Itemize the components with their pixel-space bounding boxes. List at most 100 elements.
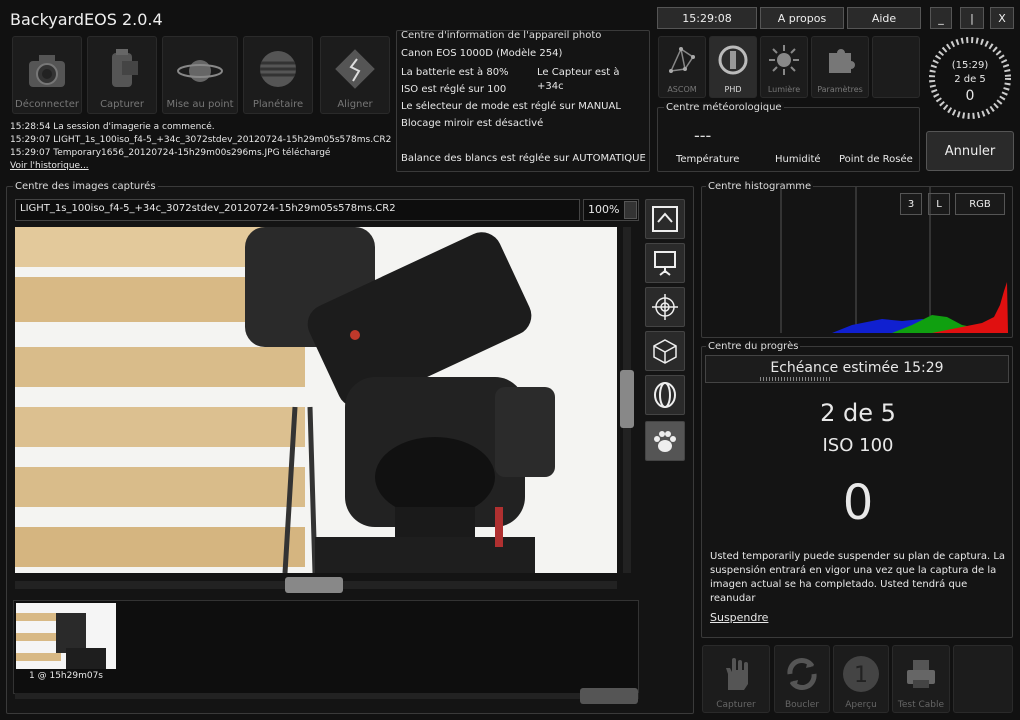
paw-button[interactable] <box>645 421 685 461</box>
film-roll-icon <box>112 49 138 87</box>
history-link[interactable]: Voir l'historique... <box>10 160 392 173</box>
temperature-label: Température <box>676 154 740 165</box>
wb-status: Balance des blancs est réglée sur AUTOMA… <box>401 153 646 164</box>
image-viewer[interactable] <box>15 227 617 573</box>
ascom-button[interactable]: ASCOM <box>658 36 706 98</box>
lens-button[interactable] <box>645 375 685 415</box>
loop-button[interactable]: Boucler <box>774 645 830 713</box>
phd-button[interactable]: PHD <box>709 36 757 98</box>
preview-button[interactable]: 1 Aperçu <box>833 645 889 713</box>
panel-title: Centre des images capturés <box>13 181 158 192</box>
frame-progress: 2 de 5 <box>820 399 896 427</box>
session-log: 15:28:54 La session d'imagerie a commenc… <box>10 121 392 173</box>
collapse-button[interactable] <box>645 199 685 239</box>
progress-dial: (15:29) 2 de 5 0 <box>926 34 1014 122</box>
battery-status: La batterie est à 80% <box>401 67 509 78</box>
jupiter-icon <box>260 51 296 87</box>
presentation-icon <box>654 251 676 276</box>
plugin-label: PHD <box>724 85 742 94</box>
crosshair-button[interactable] <box>645 287 685 327</box>
humidity-label: Humidité <box>775 154 821 165</box>
sensor-temp: Le Capteur est à +34c <box>537 67 620 92</box>
planetary-button[interactable]: Planétaire <box>243 36 313 114</box>
thumbnail-image[interactable] <box>16 603 116 669</box>
log-line: 15:29:07 Temporary1656_20120724-15h29m00… <box>10 148 331 158</box>
app-title: BackyardEOS 2.0.4 <box>10 10 163 29</box>
toolbar-label: Planétaire <box>252 99 304 110</box>
vertical-scrollbar[interactable] <box>620 227 634 573</box>
zoom-stepper[interactable] <box>624 201 637 219</box>
camera-icon <box>29 55 65 87</box>
preview-one-icon: 1 <box>843 656 879 692</box>
weather-value: --- <box>694 126 712 145</box>
help-button[interactable]: Aide <box>847 7 921 29</box>
iso-status: ISO est réglé sur 100 <box>401 84 507 95</box>
mirror-status: Blocage miroir est désactivé <box>401 118 544 129</box>
bottom-slot-empty <box>953 645 1013 713</box>
thumbnail-scrollbar[interactable] <box>15 688 639 704</box>
toolbar-label: Capturer <box>100 99 144 110</box>
horizontal-scroll-thumb[interactable] <box>285 577 343 593</box>
svg-text:1: 1 <box>854 663 868 688</box>
capture-button[interactable]: Capturer <box>702 645 770 713</box>
lens-icon <box>654 382 676 408</box>
cancel-button[interactable]: Annuler <box>926 131 1014 171</box>
paw-icon <box>654 431 676 452</box>
align-button[interactable]: Aligner <box>320 36 390 114</box>
crosshair-icon <box>652 294 678 320</box>
about-button[interactable]: A propos <box>760 7 844 29</box>
iso-label: ISO 100 <box>822 435 894 456</box>
focus-button[interactable]: Mise au point <box>162 36 238 114</box>
thumbnail-strip: 1 @ 15h29m07s <box>13 600 639 694</box>
suspend-link[interactable]: Suspendre <box>710 611 768 624</box>
ascom-icon <box>669 47 695 73</box>
toolbar-label: Aligner <box>337 99 373 110</box>
light-button[interactable]: Lumière <box>760 36 808 98</box>
dew-point-label: Point de Rosée <box>839 154 913 165</box>
thumbnail-photo <box>16 613 106 669</box>
printer-icon <box>907 660 935 688</box>
horizontal-scrollbar[interactable] <box>15 577 617 593</box>
capture-tool-button[interactable]: Capturer <box>87 36 157 114</box>
dial-progress: 2 de 5 <box>954 74 986 85</box>
presentation-button[interactable] <box>645 243 685 283</box>
plugin-label: Paramètres <box>817 85 863 94</box>
dial-count: 0 <box>965 88 975 104</box>
test-cable-button[interactable]: Test Cable <box>892 645 950 713</box>
log-line: 15:29:07 LIGHT_1s_100iso_f4-5_+34c_3072s… <box>10 135 392 145</box>
panel-title: Centre météorologique <box>664 102 784 113</box>
plugin-label: Lumière <box>767 85 801 94</box>
mode-status: Le sélecteur de mode est réglé sur MANUA… <box>401 101 621 112</box>
disconnect-button[interactable]: Déconnecter <box>12 36 82 114</box>
zoom-value: 100% <box>588 203 620 216</box>
loop-icon <box>787 658 817 690</box>
bottom-label: Capturer <box>716 700 756 710</box>
eta-progress-indicator <box>760 377 832 381</box>
align-icon <box>335 49 375 89</box>
thumbnail-label: 1 @ 15h29m07s <box>29 671 103 681</box>
toolbar-label: Mise au point <box>166 99 234 110</box>
sun-icon <box>769 45 799 75</box>
maximize-button[interactable]: | <box>960 7 984 29</box>
planet-icon <box>177 60 223 82</box>
eta-bar: Echéance estimée 15:29 <box>705 355 1009 383</box>
histogram-chart <box>780 187 1008 333</box>
minimize-button[interactable]: _ <box>930 7 952 29</box>
bottom-label: Aperçu <box>845 700 877 710</box>
settings-button[interactable]: Paramètres <box>811 36 869 98</box>
dial-time: (15:29) <box>951 60 989 71</box>
puzzle-icon <box>829 49 855 73</box>
cube-button[interactable] <box>645 331 685 371</box>
camera-info-panel: Centre d'information de l'appareil photo… <box>396 30 650 172</box>
eta-label: Echéance estimée 15:29 <box>770 360 944 376</box>
telescope-photo <box>15 227 617 573</box>
clock: 15:29:08 <box>657 7 757 29</box>
vertical-scroll-thumb[interactable] <box>620 370 634 428</box>
log-line: 15:28:54 La session d'imagerie a commenc… <box>10 122 215 132</box>
close-button[interactable]: X <box>990 7 1014 29</box>
images-panel: Centre des images capturés LIGHT_1s_100i… <box>6 181 694 714</box>
progress-panel: Centre du progrès Echéance estimée 15:29… <box>701 341 1013 638</box>
filename-field[interactable]: LIGHT_1s_100iso_f4-5_+34c_3072stdev_2012… <box>15 199 580 221</box>
thumbnail-scroll-thumb[interactable] <box>580 688 638 704</box>
panel-title: Centre du progrès <box>706 341 801 352</box>
